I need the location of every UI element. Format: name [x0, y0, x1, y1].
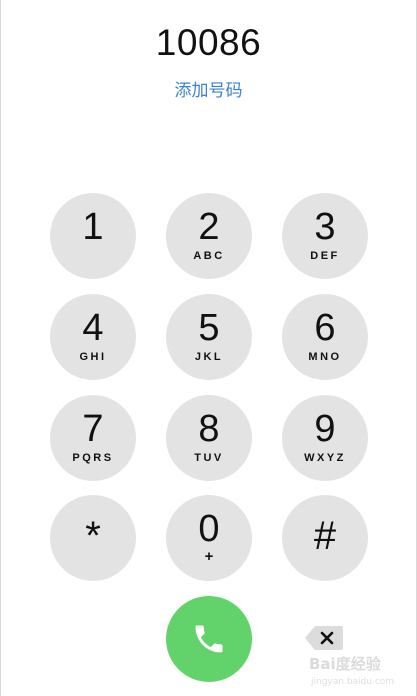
key-8[interactable]: 8 TUV	[166, 395, 252, 481]
call-button[interactable]	[166, 596, 252, 682]
key-letters: MNO	[308, 351, 342, 363]
keypad: 1 2 ABC 3 DEF 4 GHI 5 JKL 6 MNO 7 PQRS 8	[50, 193, 368, 581]
key-digit: 6	[314, 307, 336, 349]
key-hash[interactable]: #	[282, 495, 368, 581]
dialed-number: 10086	[155, 22, 262, 63]
key-digit: 2	[198, 206, 220, 248]
key-digit: #	[313, 514, 337, 558]
key-digit: 0	[198, 508, 220, 550]
key-0[interactable]: 0 +	[166, 495, 252, 581]
watermark-subtext: jingyan.baidu.com	[311, 677, 395, 687]
key-star[interactable]: *	[50, 495, 136, 581]
key-5[interactable]: 5 JKL	[166, 294, 252, 380]
key-digit: 8	[198, 408, 220, 450]
key-1[interactable]: 1	[50, 193, 136, 279]
key-letters: ABC	[193, 250, 225, 262]
key-letters: +	[204, 548, 214, 565]
key-digit: 7	[82, 408, 104, 450]
key-4[interactable]: 4 GHI	[50, 294, 136, 380]
key-letters: GHI	[79, 351, 107, 363]
phone-icon	[195, 625, 223, 653]
key-digit: 3	[314, 206, 336, 248]
add-number-link[interactable]: 添加号码	[1, 76, 416, 101]
key-letters: TUV	[194, 452, 224, 464]
watermark: Bai度经验 jingyan.baidu.com	[301, 647, 411, 693]
key-2[interactable]: 2 ABC	[166, 193, 252, 279]
watermark-text: Bai度经验	[309, 655, 381, 673]
key-digit: 1	[82, 206, 104, 248]
dialer-screen: 10086 添加号码 1 2 ABC 3 DEF 4 GHI 5 JKL 6 M…	[0, 0, 417, 696]
key-letters: DEF	[310, 250, 340, 262]
key-3[interactable]: 3 DEF	[282, 193, 368, 279]
key-letters: JKL	[194, 351, 224, 363]
key-digit: 9	[314, 408, 336, 450]
key-digit: 4	[82, 307, 104, 349]
key-letters: PQRS	[72, 452, 114, 464]
key-digit: *	[85, 514, 101, 558]
key-6[interactable]: 6 MNO	[282, 294, 368, 380]
key-letters: WXYZ	[304, 452, 346, 464]
key-7[interactable]: 7 PQRS	[50, 395, 136, 481]
key-9[interactable]: 9 WXYZ	[282, 395, 368, 481]
key-digit: 5	[198, 307, 220, 349]
